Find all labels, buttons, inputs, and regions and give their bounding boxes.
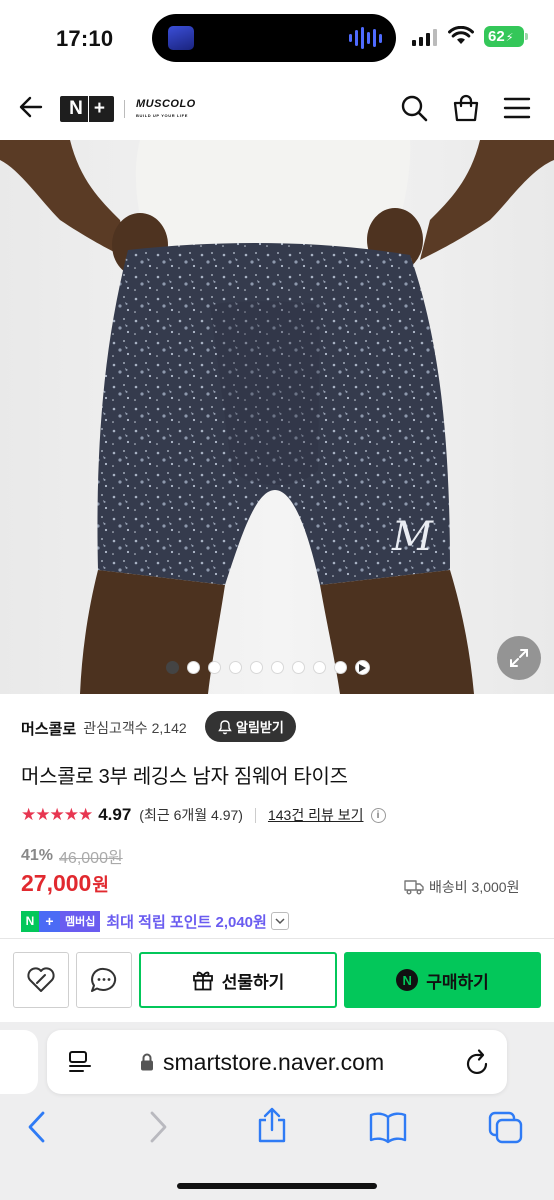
carousel-dots[interactable] bbox=[166, 660, 370, 675]
carousel-dot[interactable] bbox=[271, 661, 284, 674]
wishlist-button[interactable] bbox=[13, 952, 69, 1008]
recent-rating: (최근 6개월 4.97) bbox=[139, 807, 243, 823]
shopping-bag-icon[interactable] bbox=[452, 94, 480, 122]
lock-icon bbox=[141, 1053, 153, 1071]
gift-button-label: 선물하기 bbox=[221, 972, 285, 992]
sale-price: 27,000 bbox=[21, 870, 92, 896]
forward-nav-icon[interactable] bbox=[145, 1110, 171, 1144]
delivery-truck-icon bbox=[404, 880, 424, 895]
status-bar: 17:10 62⚡ bbox=[0, 0, 554, 76]
follower-label: 관심고객수 bbox=[83, 720, 148, 736]
status-time: 17:10 bbox=[56, 26, 114, 51]
carousel-dot[interactable] bbox=[334, 661, 347, 674]
expand-icon bbox=[510, 649, 528, 667]
info-icon[interactable]: i bbox=[370, 807, 386, 823]
rating-divider bbox=[254, 807, 256, 823]
carousel-dot[interactable] bbox=[187, 661, 200, 674]
discount-rate: 41% bbox=[21, 847, 54, 864]
now-playing-artwork bbox=[168, 26, 194, 50]
address-bar[interactable]: smartstore.naver.com bbox=[47, 1030, 507, 1094]
store-name[interactable]: 머스콜로 bbox=[21, 718, 76, 739]
home-indicator bbox=[177, 1183, 377, 1189]
discount-row: 41% 46,000원 bbox=[21, 844, 123, 868]
menu-icon[interactable] bbox=[503, 94, 531, 122]
price-row: 27,000 원 bbox=[21, 870, 109, 904]
price-unit: 원 bbox=[92, 875, 109, 895]
carousel-dot[interactable] bbox=[166, 661, 179, 674]
review-link[interactable]: 143건 리뷰 보기 bbox=[268, 805, 364, 825]
battery-level: 62 bbox=[488, 28, 505, 45]
carousel-dot[interactable] bbox=[208, 661, 221, 674]
naver-plus-logo[interactable]: N + bbox=[60, 96, 114, 122]
chevron-down-icon[interactable] bbox=[270, 912, 289, 930]
purchase-action-bar: 선물하기 N 구매하기 bbox=[0, 938, 554, 1022]
dynamic-island[interactable] bbox=[152, 14, 396, 62]
buy-button[interactable]: N 구매하기 bbox=[344, 952, 541, 1008]
logo-divider bbox=[124, 100, 125, 118]
reader-mode-icon[interactable] bbox=[67, 1050, 93, 1074]
back-arrow-icon[interactable] bbox=[18, 94, 44, 120]
store-header: N + MUSCOLO BUILD UP YOUR LIFE bbox=[0, 76, 554, 140]
bell-plus-icon bbox=[218, 719, 232, 734]
search-icon[interactable] bbox=[400, 94, 428, 122]
brand-tagline: BUILD UP YOUR LIFE bbox=[136, 113, 188, 118]
membership-badge-label: 멤버십 bbox=[60, 910, 101, 932]
browser-chrome: smartstore.naver.com bbox=[0, 1022, 554, 1200]
brand-logo[interactable]: MUSCOLO BUILD UP YOUR LIFE bbox=[136, 99, 196, 121]
alarm-button[interactable]: 알림받기 bbox=[205, 711, 296, 742]
membership-plus-badge: + bbox=[39, 910, 60, 932]
video-play-icon[interactable] bbox=[355, 660, 370, 675]
shipping-text: 배송비 3,000원 bbox=[429, 879, 520, 895]
product-image[interactable]: M bbox=[0, 140, 554, 694]
chat-bubble-icon bbox=[91, 967, 117, 992]
membership-points-text: 최대 적립 포인트 2,040원 bbox=[106, 913, 267, 931]
expand-image-button[interactable] bbox=[497, 636, 541, 680]
membership-row[interactable]: N + 멤버십 최대 적립 포인트 2,040원 bbox=[21, 909, 289, 933]
carousel-dot[interactable] bbox=[313, 661, 326, 674]
original-price: 46,000원 bbox=[59, 850, 123, 867]
audio-waveform-icon bbox=[349, 26, 382, 50]
battery-charging-icon: 62⚡ bbox=[484, 26, 528, 47]
shipping-fee: 배송비 3,000원 bbox=[404, 876, 519, 898]
follower-count: 2,142 bbox=[151, 720, 187, 736]
membership-n-badge: N bbox=[21, 910, 39, 932]
carousel-dot[interactable] bbox=[292, 661, 305, 674]
gift-icon bbox=[192, 971, 213, 991]
talk-button[interactable] bbox=[76, 952, 132, 1008]
carousel-dot[interactable] bbox=[229, 661, 242, 674]
buy-button-label: 구매하기 bbox=[426, 972, 489, 992]
naver-pay-badge: N bbox=[396, 969, 419, 991]
heart-link-icon bbox=[27, 967, 55, 992]
rating-value: 4.97 bbox=[98, 805, 132, 824]
previous-tab-peek[interactable] bbox=[0, 1030, 38, 1094]
signal-icon bbox=[412, 28, 437, 46]
bookmarks-icon[interactable] bbox=[368, 1110, 408, 1144]
share-icon[interactable] bbox=[255, 1106, 289, 1144]
gift-button[interactable]: 선물하기 bbox=[139, 952, 337, 1008]
product-photo: M bbox=[0, 140, 554, 694]
svg-text:M: M bbox=[391, 514, 434, 560]
tabs-icon[interactable] bbox=[487, 1110, 525, 1146]
back-nav-icon[interactable] bbox=[24, 1110, 50, 1144]
product-title: 머스콜로 3부 레깅스 남자 짐웨어 타이즈 bbox=[21, 766, 348, 788]
store-info: 머스콜로 관심고객수 2,142 bbox=[21, 714, 187, 742]
brand-logo-text: MUSCOLO bbox=[136, 98, 196, 110]
alarm-button-label: 알림받기 bbox=[236, 720, 284, 735]
wifi-icon bbox=[448, 26, 474, 44]
url-text: smartstore.naver.com bbox=[163, 1049, 385, 1075]
rating-stars: ★★★★★ bbox=[21, 805, 93, 824]
carousel-dot[interactable] bbox=[250, 661, 263, 674]
rating-row: ★★★★★ 4.97 (최근 6개월 4.97) 143건 리뷰 보기 i bbox=[21, 802, 386, 828]
reload-icon[interactable] bbox=[465, 1048, 491, 1076]
